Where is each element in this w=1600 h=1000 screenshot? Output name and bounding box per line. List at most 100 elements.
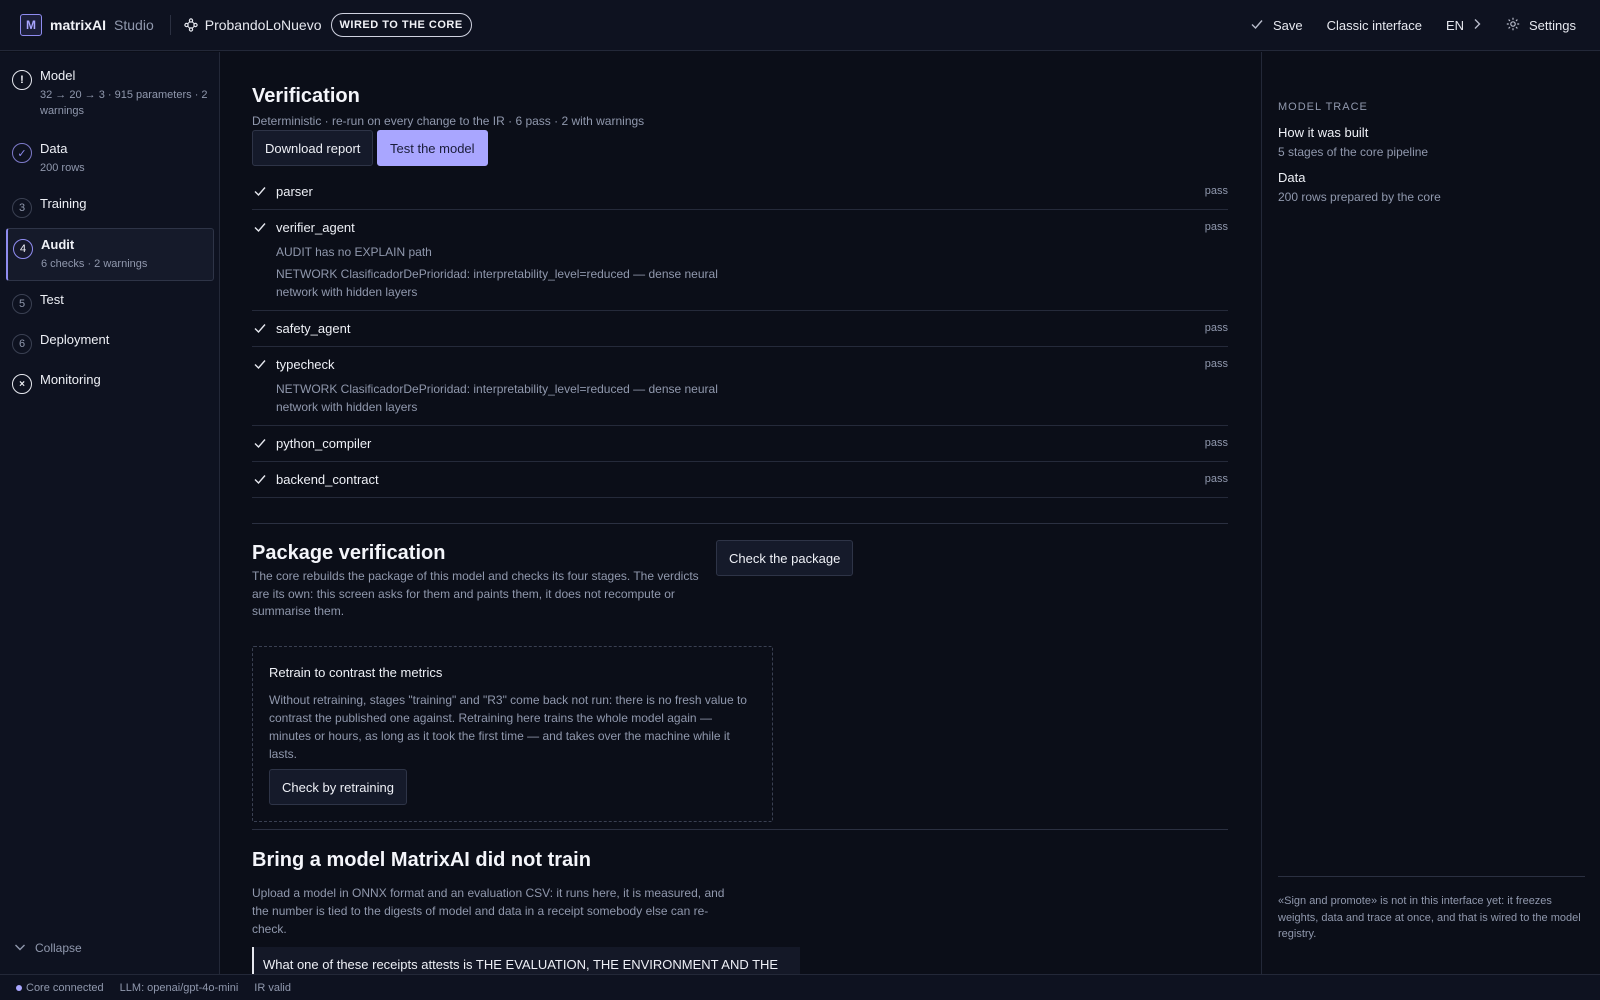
check-row: verifier_agent pass AUDIT has no EXPLAIN… <box>252 210 1228 311</box>
status-bar: Core connected LLM: openai/gpt-4o-mini I… <box>0 974 1600 1000</box>
divider <box>1278 876 1585 877</box>
package-title: Package verification <box>252 542 446 564</box>
status-dot-icon <box>16 984 22 991</box>
check-icon <box>252 183 268 199</box>
check-warning: NETWORK ClasificadorDePrioridad: interpr… <box>276 267 718 299</box>
section-divider <box>252 829 1228 830</box>
settings-label: Settings <box>1529 18 1576 33</box>
app-logo[interactable]: M <box>20 14 42 36</box>
step-number: 5 <box>12 294 32 314</box>
trace-item-title[interactable]: Data <box>1278 170 1305 185</box>
collapse-label: Collapse <box>35 941 82 955</box>
check-status: pass <box>1204 221 1228 233</box>
llm-status: LLM: openai/gpt-4o-mini <box>119 981 239 994</box>
language-selector[interactable]: EN <box>1446 18 1482 33</box>
warning-icon: ! <box>12 70 32 90</box>
check-name: safety_agent <box>276 320 351 336</box>
check-name: typecheck <box>276 356 335 372</box>
trace-item-subtitle: 5 stages of the core pipeline <box>1278 145 1429 159</box>
step-subtitle: 200 rows <box>40 162 85 174</box>
check-row: backend_contract pass <box>252 462 1228 498</box>
sidebar-step-model[interactable]: ! Model 32 → 20 → 3 · 915 parameters · 2… <box>6 68 214 119</box>
check-row: parser pass <box>252 174 1228 210</box>
step-number: 3 <box>12 198 32 218</box>
step-number: 6 <box>12 334 32 354</box>
step-title: Model <box>40 68 76 83</box>
checks-list: parser pass verifier_agent pass AUDIT ha… <box>252 174 1228 498</box>
chevron-right-icon <box>1472 18 1482 33</box>
retrain-description: Without retraining, stages "training" an… <box>269 693 747 761</box>
sidebar-step-training[interactable]: 3 Training <box>6 196 214 218</box>
core-status: Core connected <box>16 982 104 994</box>
check-status: pass <box>1204 322 1228 334</box>
step-title: Monitoring <box>40 372 101 387</box>
check-warning: NETWORK ClasificadorDePrioridad: interpr… <box>276 382 718 414</box>
check-name: backend_contract <box>276 471 379 487</box>
pipeline-sidebar: ! Model 32 → 20 → 3 · 915 parameters · 2… <box>0 52 220 974</box>
classic-interface-link[interactable]: Classic interface <box>1327 18 1422 33</box>
download-report-button[interactable]: Download report <box>252 130 374 166</box>
check-status: pass <box>1204 437 1228 449</box>
check-icon <box>1250 17 1264 34</box>
model-trace-panel: MODEL TRACE How it was built 5 stages of… <box>1261 52 1600 974</box>
sidebar-step-data[interactable]: ✓ Data 200 rows <box>6 141 214 176</box>
retrain-title: Retrain to contrast the metrics <box>269 665 443 680</box>
check-icon <box>252 471 268 487</box>
check-row: safety_agent pass <box>252 311 1228 347</box>
sidebar-step-deployment[interactable]: 6 Deployment <box>6 332 214 354</box>
cross-circle-icon: × <box>12 374 32 394</box>
product-name: Studio <box>114 17 154 33</box>
sidebar-step-test[interactable]: 5 Test <box>6 292 214 314</box>
save-button[interactable]: Save <box>1250 17 1303 34</box>
check-icon <box>252 435 268 451</box>
settings-button[interactable]: Settings <box>1506 17 1576 34</box>
check-status: pass <box>1204 473 1228 485</box>
main-content: Verification Deterministic · re-run on e… <box>221 52 1261 974</box>
chevron-down-icon <box>14 941 26 955</box>
check-icon <box>252 219 268 235</box>
check-icon <box>252 356 268 372</box>
save-label: Save <box>1272 18 1303 33</box>
core-status-label: Core connected <box>26 981 104 994</box>
bring-model-description: Upload a model in ONNX format and an eva… <box>252 886 725 936</box>
project-name[interactable]: ProbandoLoNuevo <box>205 17 322 33</box>
check-circle-icon: ✓ <box>12 143 32 163</box>
check-row: python_compiler pass <box>252 426 1228 462</box>
gear-icon <box>1506 17 1520 34</box>
trace-item-title[interactable]: How it was built <box>1278 125 1368 140</box>
ir-status: IR valid <box>254 981 291 994</box>
trace-item-subtitle: 200 rows prepared by the core <box>1278 190 1441 204</box>
trace-heading: MODEL TRACE <box>1278 101 1368 113</box>
test-model-button[interactable]: Test the model <box>377 130 488 166</box>
check-by-retraining-button[interactable]: Check by retraining <box>269 769 407 805</box>
sidebar-step-audit[interactable]: 4 Audit 6 checks · 2 warnings <box>6 228 214 281</box>
verification-title: Verification <box>252 85 360 107</box>
check-name: python_compiler <box>276 435 372 451</box>
brand-name: matrixAI <box>50 17 107 33</box>
step-title: Audit <box>41 237 75 252</box>
check-warning: AUDIT has no EXPLAIN path <box>276 245 432 259</box>
step-title: Test <box>40 292 64 307</box>
retrain-card: Retrain to contrast the metrics Without … <box>252 646 773 822</box>
divider <box>169 15 171 35</box>
step-subtitle: 6 checks · 2 warnings <box>41 258 148 270</box>
step-title: Data <box>40 141 68 156</box>
check-package-button[interactable]: Check the package <box>716 540 854 576</box>
check-row: typecheck pass NETWORK ClasificadorDePri… <box>252 347 1228 426</box>
top-actions: Save Classic interface EN Settings <box>1250 0 1576 51</box>
verification-subtitle: Deterministic · re-run on every change t… <box>252 114 645 128</box>
check-icon <box>252 320 268 336</box>
check-name: parser <box>276 183 313 199</box>
bring-model-title: Bring a model MatrixAI did not train <box>252 849 591 871</box>
package-description: The core rebuilds the package of this mo… <box>252 569 699 618</box>
receipt-callout: What one of these receipts attests is TH… <box>252 947 800 974</box>
step-title: Training <box>40 196 87 211</box>
sign-promote-note: «Sign and promote» is not in this interf… <box>1278 895 1581 940</box>
step-number: 4 <box>13 239 33 259</box>
sidebar-step-monitoring[interactable]: × Monitoring <box>6 372 214 394</box>
core-status-pill: WIRED TO THE CORE <box>330 13 472 37</box>
step-title: Deployment <box>40 332 110 347</box>
collapse-sidebar-button[interactable]: Collapse <box>14 941 82 955</box>
section-divider <box>252 523 1228 524</box>
check-status: pass <box>1204 185 1228 197</box>
